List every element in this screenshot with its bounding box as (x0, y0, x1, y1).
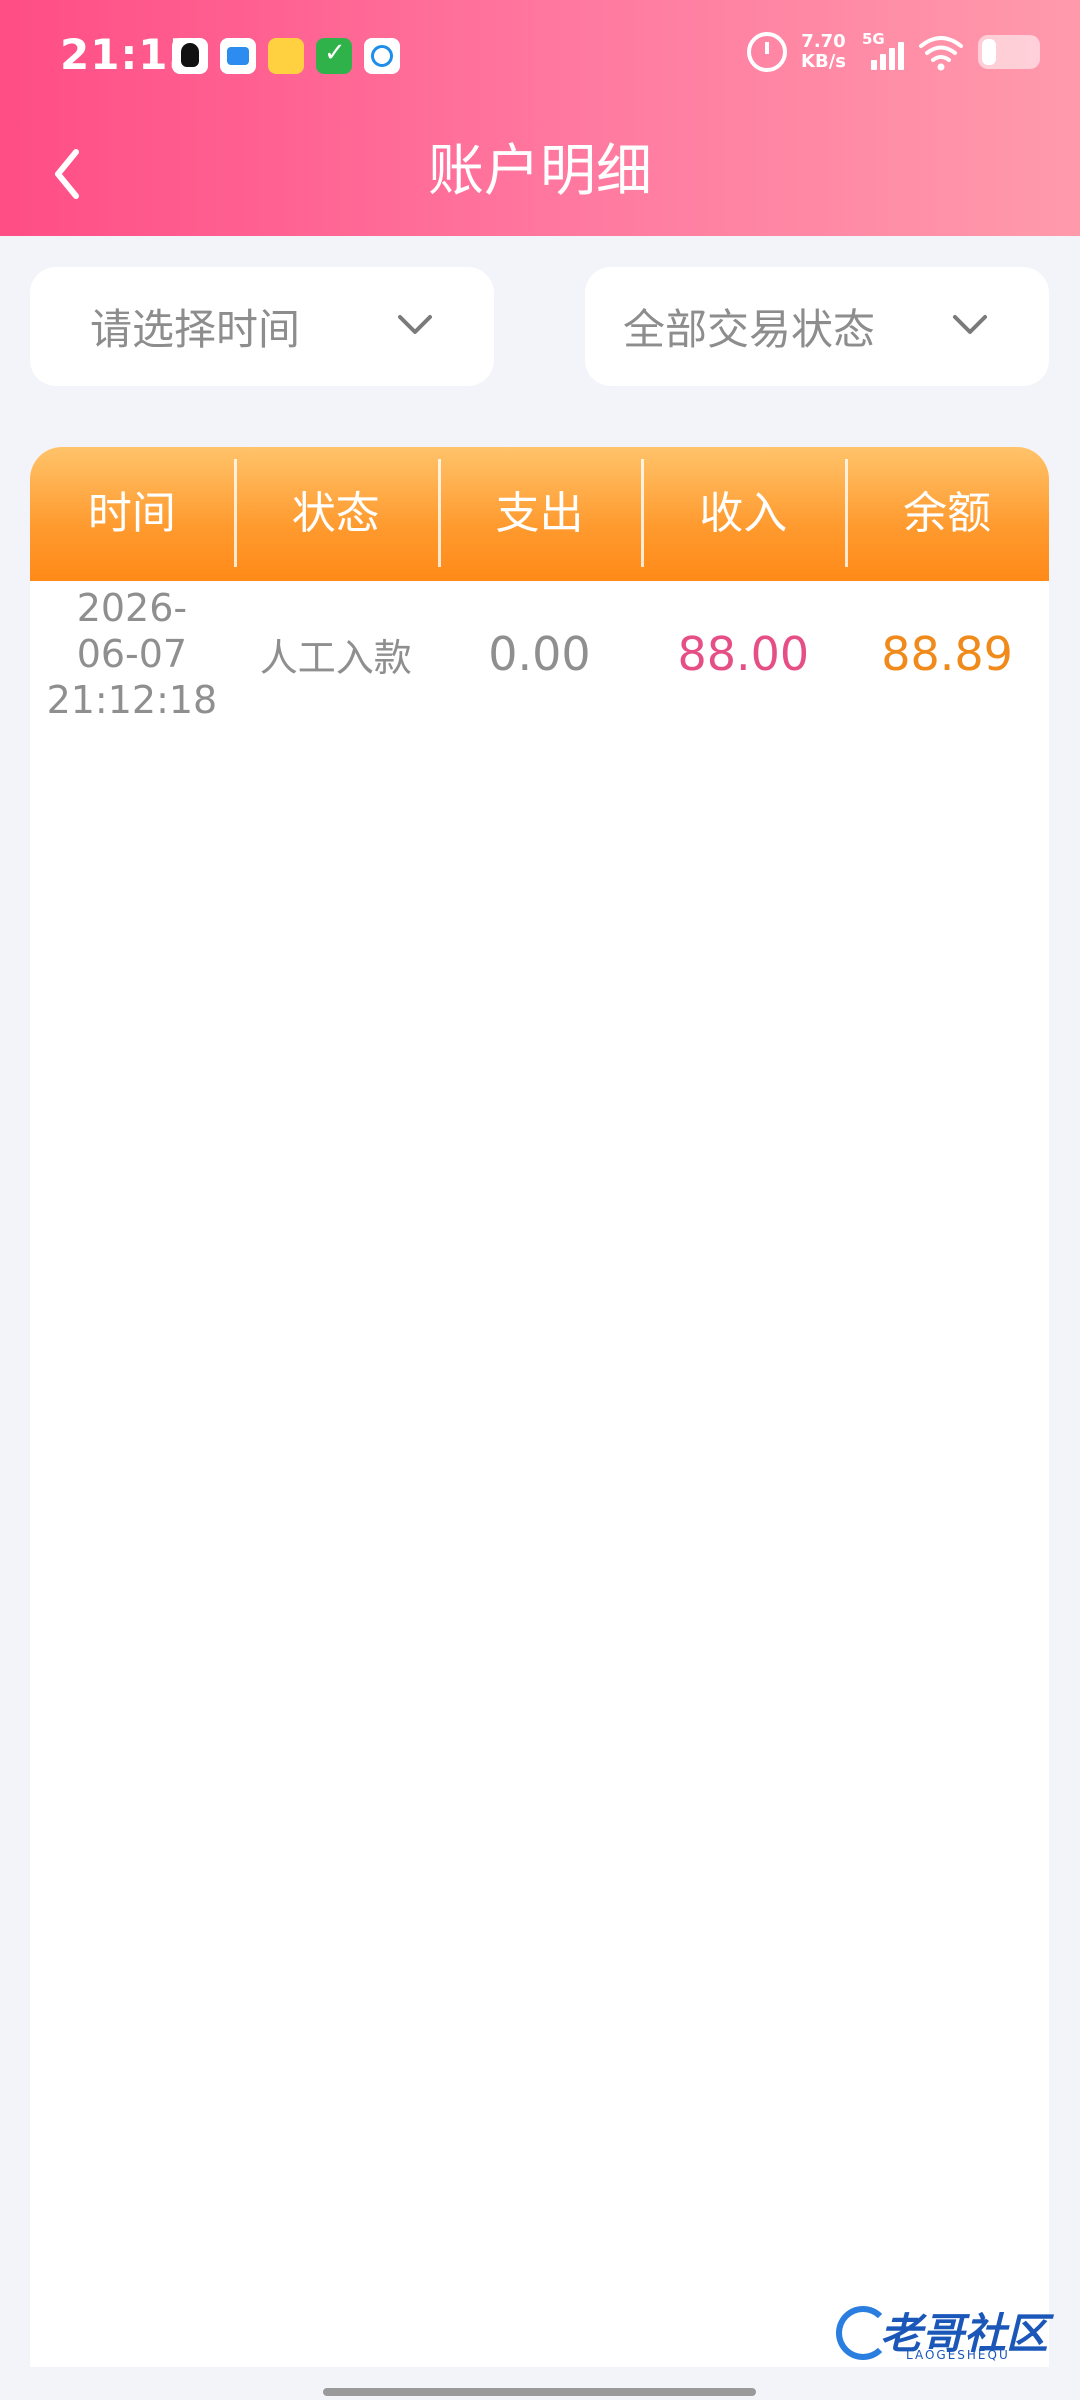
row-income: 88.00 (677, 627, 810, 681)
notification-icons (172, 38, 400, 74)
page-title: 账户明细 (428, 139, 652, 204)
row-date-line: 21:12:18 (46, 678, 218, 722)
watermark-logo: 老哥社区 LAOGESHEQU (836, 2300, 1066, 2372)
messages-icon (220, 38, 256, 74)
time-filter-dropdown[interactable]: 请选择时间 (30, 267, 494, 386)
column-header-balance: 余额 (845, 447, 1049, 581)
column-header-income: 收入 (641, 447, 845, 581)
row-balance: 88.89 (881, 627, 1013, 681)
network-speed: 7.70 KB/s (801, 32, 846, 72)
home-indicator[interactable] (323, 2388, 756, 2396)
app-header: 21:15 7.70 KB/s 5G (0, 0, 1080, 236)
network-speed-unit: KB/s (801, 51, 846, 72)
column-header-expense: 支出 (437, 447, 642, 581)
nav-bar: 账户明细 (0, 116, 1080, 236)
tasks-icon (316, 38, 352, 74)
row-date-line: 06-07 (76, 632, 188, 676)
browser-icon (364, 38, 400, 74)
table-row[interactable]: 2026- 06-07 21:12:18 人工入款 0.00 88.00 88.… (30, 581, 1049, 727)
watermark-subtext: LAOGESHEQU (906, 2348, 1010, 2362)
status-bar: 21:15 7.70 KB/s 5G (0, 0, 1080, 116)
notes-icon (268, 38, 304, 74)
time-filter-placeholder: 请选择时间 (90, 305, 301, 354)
status-filter-value: 全部交易状态 (623, 305, 876, 354)
chevron-down-icon (398, 315, 432, 334)
status-filter-dropdown[interactable]: 全部交易状态 (585, 267, 1049, 386)
battery-icon (978, 35, 1040, 69)
alarm-icon (747, 32, 788, 72)
row-date-line: 2026- (76, 586, 188, 630)
transactions-table: 时间 状态 支出 收入 余额 2026- 06-07 21:12:18 人工入款… (30, 447, 1049, 2367)
qq-icon (172, 38, 208, 74)
chevron-down-icon (953, 315, 987, 334)
column-header-status: 状态 (233, 447, 438, 581)
network-speed-value: 7.70 (801, 31, 846, 52)
column-header-time: 时间 (87, 488, 176, 539)
row-status: 人工入款 (259, 635, 412, 680)
row-expense: 0.00 (488, 627, 591, 681)
table-header: 时间 状态 支出 收入 余额 (30, 447, 1049, 581)
signal-icon: 5G (860, 30, 904, 74)
wifi-icon (918, 32, 964, 72)
row-date: 2026- 06-07 21:12:18 (30, 585, 234, 723)
system-icons: 7.70 KB/s 5G (747, 30, 1040, 74)
